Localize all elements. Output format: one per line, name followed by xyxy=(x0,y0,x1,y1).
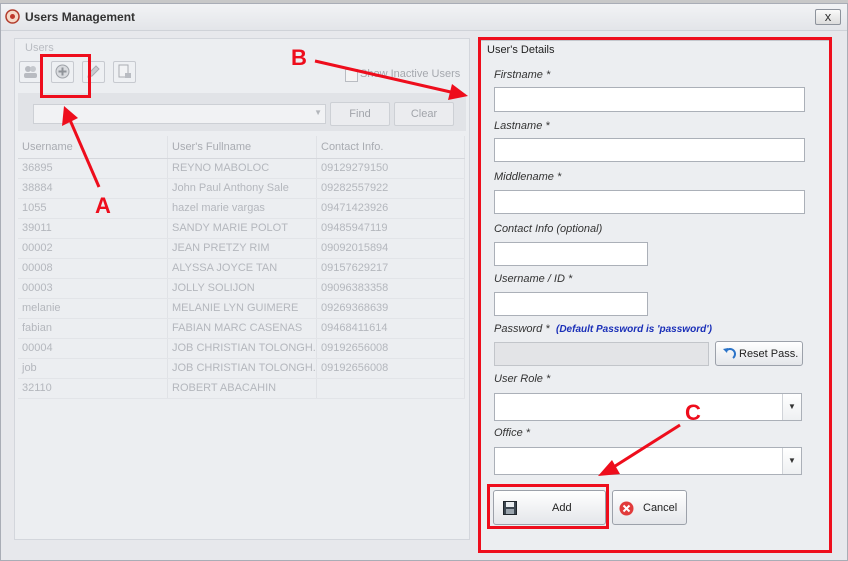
show-inactive-label: Show Inactive Users xyxy=(360,68,461,80)
cell-contact: 09092015894 xyxy=(317,239,465,258)
table-row[interactable]: melanie MELANIE LYN GUIMERE 09269368639 xyxy=(18,299,465,319)
find-button[interactable]: Find xyxy=(330,102,390,126)
cell-username: 00008 xyxy=(18,259,168,278)
cell-contact: 09192656008 xyxy=(317,339,465,358)
cell-contact: 09129279150 xyxy=(317,159,465,178)
delete-user-button[interactable] xyxy=(113,61,136,83)
cell-contact: 09192656008 xyxy=(317,359,465,378)
table-row[interactable]: 1055 hazel marie vargas 09471423926 xyxy=(18,199,465,219)
cell-username: 38884 xyxy=(18,179,168,198)
cell-contact: 09471423926 xyxy=(317,199,465,218)
annotation-label-a: A xyxy=(95,193,111,218)
table-row[interactable]: job JOB CHRISTIAN TOLONGH... 09192656008 xyxy=(18,359,465,379)
clear-button[interactable]: Clear xyxy=(394,102,454,126)
cell-fullname: JOB CHRISTIAN TOLONGH... xyxy=(168,339,317,358)
cell-contact: 09282557922 xyxy=(317,179,465,198)
users-group-label: Users xyxy=(25,42,54,54)
cell-fullname: JEAN PRETZY RIM xyxy=(168,239,317,258)
cell-contact: 09157629217 xyxy=(317,259,465,278)
window-title: Users Management xyxy=(25,10,136,24)
cell-username: 39011 xyxy=(18,219,168,238)
cell-username: fabian xyxy=(18,319,168,338)
table-row[interactable]: 38884 John Paul Anthony Sale 09282557922 xyxy=(18,179,465,199)
table-row[interactable]: 32110 ROBERT ABACAHIN xyxy=(18,379,465,399)
annotation-label-c: C xyxy=(685,400,701,425)
users-table: Username User's Fullname Contact Info. 3… xyxy=(18,136,465,399)
table-row[interactable]: 36895 REYNO MABOLOC 09129279150 xyxy=(18,159,465,179)
app-icon xyxy=(5,9,20,24)
annotation-label-b: B xyxy=(291,45,307,70)
cell-username: 00004 xyxy=(18,339,168,358)
cell-fullname: MELANIE LYN GUIMERE xyxy=(168,299,317,318)
cell-username: job xyxy=(18,359,168,378)
chevron-down-icon: ▼ xyxy=(314,108,322,117)
cell-username: 32110 xyxy=(18,379,168,398)
cell-contact: 09468411614 xyxy=(317,319,465,338)
cell-fullname: JOB CHRISTIAN TOLONGH... xyxy=(168,359,317,378)
cell-fullname: JOLLY SOLIJON xyxy=(168,279,317,298)
cell-fullname: ALYSSA JOYCE TAN xyxy=(168,259,317,278)
table-row[interactable]: 39011 SANDY MARIE POLOT 09485947119 xyxy=(18,219,465,239)
cell-username: 1055 xyxy=(18,199,168,218)
close-button[interactable]: x xyxy=(815,9,841,25)
table-row[interactable]: 00008 ALYSSA JOYCE TAN 09157629217 xyxy=(18,259,465,279)
title-bar: Users Management x xyxy=(1,4,847,31)
cell-fullname: ROBERT ABACAHIN xyxy=(168,379,317,398)
table-row[interactable]: 00002 JEAN PRETZY RIM 09092015894 xyxy=(18,239,465,259)
cell-contact: 09269368639 xyxy=(317,299,465,318)
column-header-username[interactable]: Username xyxy=(18,136,168,158)
cell-fullname: John Paul Anthony Sale xyxy=(168,179,317,198)
document-remove-icon xyxy=(118,64,131,78)
cell-contact: 09096383358 xyxy=(317,279,465,298)
table-row[interactable]: 00004 JOB CHRISTIAN TOLONGH... 09192656008 xyxy=(18,339,465,359)
table-row[interactable]: 00003 JOLLY SOLIJON 09096383358 xyxy=(18,279,465,299)
cell-fullname: SANDY MARIE POLOT xyxy=(168,219,317,238)
table-row[interactable]: fabian FABIAN MARC CASENAS 09468411614 xyxy=(18,319,465,339)
users-icon xyxy=(24,66,37,78)
column-header-fullname[interactable]: User's Fullname xyxy=(168,136,317,158)
cell-username: 00002 xyxy=(18,239,168,258)
cell-fullname: REYNO MABOLOC xyxy=(168,159,317,178)
search-combo[interactable]: ▼ xyxy=(33,104,326,124)
highlight-box-add-button xyxy=(487,484,609,529)
table-header: Username User's Fullname Contact Info. xyxy=(18,136,465,159)
cell-contact xyxy=(317,379,465,398)
users-toolbar-button[interactable] xyxy=(19,61,42,83)
show-inactive-checkbox[interactable] xyxy=(345,69,358,82)
cell-contact: 09485947119 xyxy=(317,219,465,238)
highlight-box-add-icon xyxy=(40,54,91,98)
cell-fullname: hazel marie vargas xyxy=(168,199,317,218)
cell-username: 36895 xyxy=(18,159,168,178)
cell-fullname: FABIAN MARC CASENAS xyxy=(168,319,317,338)
cell-username: 00003 xyxy=(18,279,168,298)
cell-username: melanie xyxy=(18,299,168,318)
highlight-box-details xyxy=(478,37,832,553)
column-header-contact[interactable]: Contact Info. xyxy=(317,136,465,158)
